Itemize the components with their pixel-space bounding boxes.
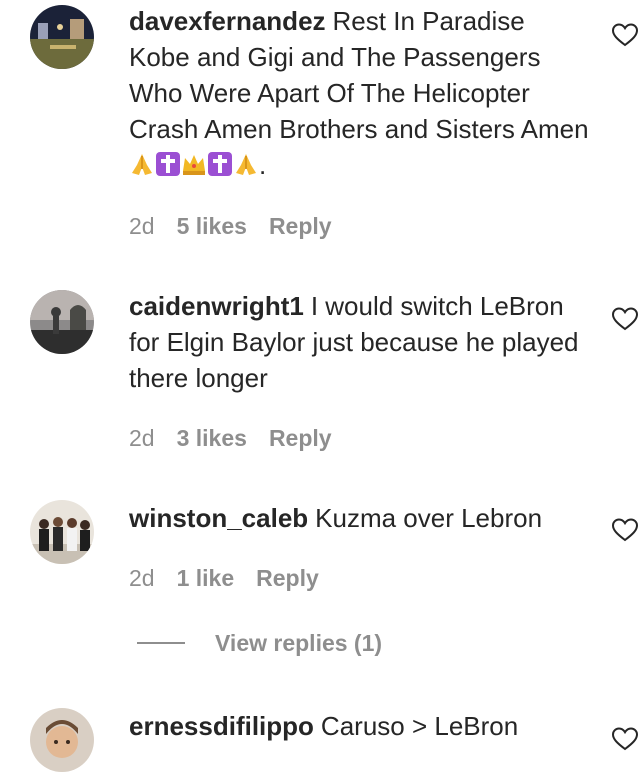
likes-count[interactable]: 5 likes (177, 212, 247, 240)
reply-button[interactable]: Reply (269, 424, 332, 452)
timestamp: 2d (129, 213, 155, 239)
likes-count[interactable]: 3 likes (177, 424, 247, 452)
comment-body: Kuzma over Lebron (315, 503, 543, 533)
reply-button[interactable]: Reply (256, 564, 319, 592)
username-link[interactable]: caidenwright1 (129, 291, 304, 321)
latin-cross-icon (155, 151, 181, 177)
likes-count[interactable]: 1 like (177, 564, 235, 592)
comment-meta: 2d 1 like Reply (129, 564, 341, 592)
comment-end: . (259, 150, 267, 180)
comment-meta: 2d 3 likes Reply (129, 424, 354, 452)
emoji-sequence (129, 150, 259, 180)
view-replies-divider (137, 641, 185, 644)
avatar[interactable] (30, 708, 94, 772)
comment-body: Caruso > LeBron (320, 711, 519, 741)
comment-text: winston_caleb Kuzma over Lebron (129, 500, 589, 536)
avatar[interactable] (30, 5, 94, 69)
heart-outline-icon[interactable] (611, 22, 639, 48)
heart-outline-icon[interactable] (611, 306, 639, 332)
comment-meta: 2d 5 likes Reply (129, 212, 354, 240)
heart-outline-icon[interactable] (611, 517, 639, 543)
reply-button[interactable]: Reply (269, 212, 332, 240)
avatar[interactable] (30, 500, 94, 564)
comment-text: davexfernandez Rest In Paradise Kobe and … (129, 3, 589, 183)
comment-text: ernessdifilippo Caruso > LeBron (129, 708, 589, 744)
crown-icon (181, 151, 207, 177)
view-replies-button[interactable]: View replies (1) (137, 630, 382, 660)
timestamp: 2d (129, 565, 155, 591)
username-link[interactable]: ernessdifilippo (129, 711, 314, 741)
avatar[interactable] (30, 290, 94, 354)
view-replies-label[interactable]: View replies (1) (215, 630, 382, 656)
folded-hands-icon (233, 151, 259, 177)
latin-cross-icon (207, 151, 233, 177)
comment-text: caidenwright1 I would switch LeBron for E… (129, 288, 589, 396)
heart-outline-icon[interactable] (611, 726, 639, 752)
username-link[interactable]: winston_caleb (129, 503, 308, 533)
timestamp: 2d (129, 425, 155, 451)
username-link[interactable]: davexfernandez (129, 6, 326, 36)
folded-hands-icon (129, 151, 155, 177)
